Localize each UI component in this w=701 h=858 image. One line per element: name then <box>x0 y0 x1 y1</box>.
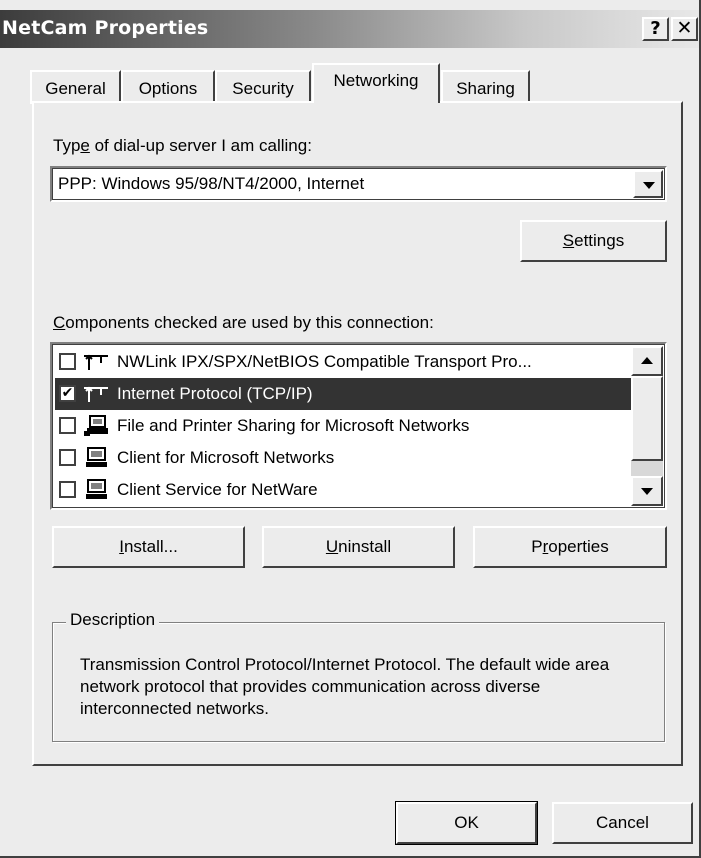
list-item[interactable]: ✔ Internet Protocol (TCP/IP) <box>55 378 633 410</box>
scroll-down-button[interactable] <box>631 476 663 506</box>
uninstall-button-label: ninstall <box>338 537 392 556</box>
cancel-button[interactable]: Cancel <box>552 802 693 844</box>
checkbox[interactable] <box>59 449 76 466</box>
server-type-label: Type of dial-up server I am calling: <box>53 136 312 156</box>
description-legend: Description <box>66 610 160 630</box>
settings-button-accel: S <box>562 231 575 250</box>
checkbox[interactable] <box>59 417 76 434</box>
checkbox[interactable] <box>59 481 76 498</box>
checkbox[interactable]: ✔ <box>59 385 76 402</box>
components-scrollbar[interactable] <box>631 346 663 506</box>
chevron-up-icon <box>641 357 653 364</box>
install-button[interactable]: Install... <box>52 526 245 568</box>
help-icon: ? <box>650 18 661 39</box>
client-icon <box>86 447 107 467</box>
properties-button-prefix: P <box>531 537 543 556</box>
list-item[interactable]: Client Service for NetWare <box>55 474 633 506</box>
tab-security[interactable]: Security <box>215 70 311 104</box>
uninstall-button[interactable]: Uninstall <box>262 526 455 568</box>
chevron-down-icon <box>643 182 655 189</box>
list-item-label: Client for Microsoft Networks <box>117 448 335 467</box>
uninstall-button-accel: U <box>325 537 339 556</box>
list-item-label: NWLink IPX/SPX/NetBIOS Compatible Transp… <box>117 352 532 371</box>
window-title: NetCam Properties <box>2 17 209 39</box>
scroll-thumb[interactable] <box>631 376 663 461</box>
help-button[interactable]: ? <box>642 17 669 41</box>
chevron-down-icon <box>641 488 653 495</box>
settings-button[interactable]: Settings <box>520 220 667 262</box>
components-list[interactable]: NWLink IPX/SPX/NetBIOS Compatible Transp… <box>50 342 667 510</box>
list-item-label: Client Service for NetWare <box>117 480 318 499</box>
properties-button[interactable]: Properties <box>473 526 667 568</box>
server-type-select[interactable]: PPP: Windows 95/98/NT4/2000, Internet <box>50 166 667 202</box>
settings-button-label: ettings <box>574 231 625 250</box>
list-item[interactable]: File and Printer Sharing for Microsoft N… <box>55 410 633 442</box>
service-icon <box>84 415 108 436</box>
title-bar[interactable]: NetCam Properties ? ✕ <box>0 10 699 48</box>
properties-button-label: operties <box>548 537 609 556</box>
components-label: Components checked are used by this conn… <box>53 313 434 333</box>
client-icon <box>86 479 107 499</box>
server-type-label-accel: e <box>80 136 90 155</box>
scroll-up-button[interactable] <box>631 346 663 376</box>
list-item-label: File and Printer Sharing for Microsoft N… <box>117 416 470 435</box>
server-type-value: PPP: Windows 95/98/NT4/2000, Internet <box>58 174 365 193</box>
components-label-text: omponents checked are used by this conne… <box>65 313 434 332</box>
close-icon: ✕ <box>676 17 693 39</box>
server-type-dropdown-button[interactable] <box>633 170 663 198</box>
description-text: Transmission Control Protocol/Internet P… <box>80 655 610 718</box>
install-button-label: nstall... <box>123 537 178 556</box>
ok-button[interactable]: OK <box>395 801 538 845</box>
properties-dialog: NetCam Properties ? ✕ General Options Se… <box>0 0 701 858</box>
protocol-icon <box>84 386 108 402</box>
close-button[interactable]: ✕ <box>671 17 698 41</box>
tab-sharing[interactable]: Sharing <box>441 70 530 104</box>
list-item-label: Internet Protocol (TCP/IP) <box>117 384 313 403</box>
components-label-accel: C <box>53 313 66 332</box>
protocol-icon <box>84 354 108 370</box>
checkbox[interactable] <box>59 353 76 370</box>
list-item[interactable]: Client for Microsoft Networks <box>55 442 633 474</box>
server-type-label-prefix: Typ <box>53 136 81 155</box>
tab-options[interactable]: Options <box>121 70 215 104</box>
list-item[interactable]: NWLink IPX/SPX/NetBIOS Compatible Transp… <box>55 346 633 378</box>
tab-general[interactable]: General <box>30 70 121 104</box>
tab-networking[interactable]: Networking <box>312 63 440 103</box>
server-type-label-suffix: of dial-up server I am calling: <box>89 136 312 155</box>
